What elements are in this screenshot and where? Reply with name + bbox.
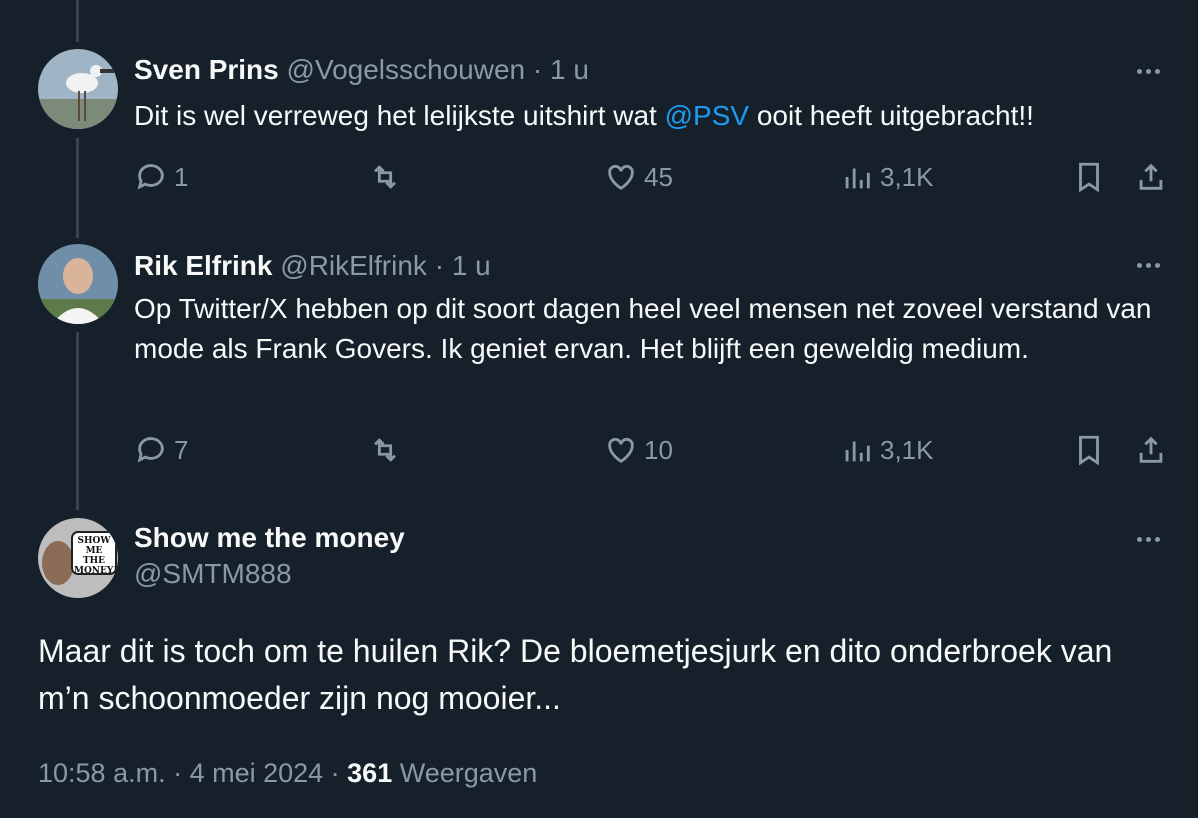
avatar-sign-text: SHOW ME THE MONEY! [74, 536, 118, 576]
like-count: 45 [644, 161, 673, 192]
like-button[interactable]: 10 [604, 433, 673, 467]
views-button[interactable]: 3,1K [840, 160, 934, 194]
like-button[interactable]: 45 [604, 160, 673, 194]
timestamp[interactable]: 10:58 a.m. · 4 mei 2024 · [38, 758, 347, 788]
timestamp[interactable]: · 1 u [533, 54, 589, 85]
display-name[interactable]: Rik Elfrink [134, 250, 272, 281]
action-bar: 1 45 3,1K [0, 160, 1198, 200]
handle[interactable]: @Vogelsschouwen [287, 54, 526, 85]
reply-count: 1 [174, 161, 189, 192]
tweet-text: Dit is wel verreweg het lelijkste uitshi… [134, 100, 1034, 131]
reply-count: 7 [174, 434, 189, 465]
repost-icon [374, 438, 396, 462]
timestamp[interactable]: · 1 u [435, 250, 491, 281]
bookmark-icon [1079, 162, 1099, 193]
like-count: 10 [644, 434, 673, 465]
tweet-sven-prins[interactable]: Sven Prins @Vogelsschouwen · 1 u Dit is … [0, 0, 1198, 230]
views-count: 3,1K [880, 434, 934, 465]
heart-icon [608, 164, 634, 191]
heart-icon [608, 437, 634, 464]
mention-link[interactable]: @PSV [665, 100, 749, 131]
tweet-text: Op Twitter/X hebben op dit soort dagen h… [134, 293, 1152, 364]
share-button[interactable] [1134, 160, 1168, 194]
reply-button[interactable]: 1 [134, 160, 188, 194]
share-icon [1139, 436, 1163, 463]
display-name[interactable]: Sven Prins [134, 54, 279, 85]
bookmark-icon [1079, 435, 1099, 466]
analytics-icon [845, 441, 870, 462]
handle[interactable]: @SMTM888 [134, 558, 405, 590]
reply-icon [137, 437, 164, 463]
views-count: 3,1K [880, 161, 934, 192]
tweet-header: Rik Elfrink @RikElfrink · 1 u [134, 250, 491, 282]
avatar[interactable] [38, 244, 118, 324]
tweet-text: Maar dit is toch om te huilen Rik? De bl… [38, 633, 1113, 716]
tweet-meta: 10:58 a.m. · 4 mei 2024 · 361 Weergaven [38, 758, 537, 789]
avatar[interactable]: SHOW ME THE MONEY! [38, 518, 118, 598]
share-button[interactable] [1134, 433, 1168, 467]
views-label: Weergaven [392, 758, 538, 788]
tweet-rik-elfrink[interactable]: Rik Elfrink @RikElfrink · 1 u Op Twitter… [0, 230, 1198, 510]
more-options-icon[interactable] [1128, 250, 1168, 280]
repost-icon [374, 165, 396, 189]
view-count: 361 [347, 758, 393, 788]
reply-icon [137, 164, 164, 190]
tweet-header: Sven Prins @Vogelsschouwen · 1 u [134, 54, 589, 86]
analytics-icon [845, 168, 870, 189]
handle[interactable]: @RikElfrink [280, 250, 427, 281]
display-name[interactable]: Show me the money [134, 522, 405, 554]
bookmark-button[interactable] [1072, 160, 1106, 194]
share-icon [1139, 163, 1163, 190]
views-button[interactable]: 3,1K [840, 433, 934, 467]
more-options-icon[interactable] [1128, 56, 1168, 86]
repost-button[interactable] [368, 160, 402, 194]
repost-button[interactable] [368, 433, 402, 467]
more-options-icon[interactable] [1128, 524, 1168, 554]
reply-button[interactable]: 7 [134, 433, 188, 467]
tweet-header: Show me the money @SMTM888 [134, 522, 405, 590]
avatar[interactable] [38, 49, 118, 129]
bookmark-button[interactable] [1072, 433, 1106, 467]
action-bar: 7 10 3,1K [0, 433, 1198, 473]
